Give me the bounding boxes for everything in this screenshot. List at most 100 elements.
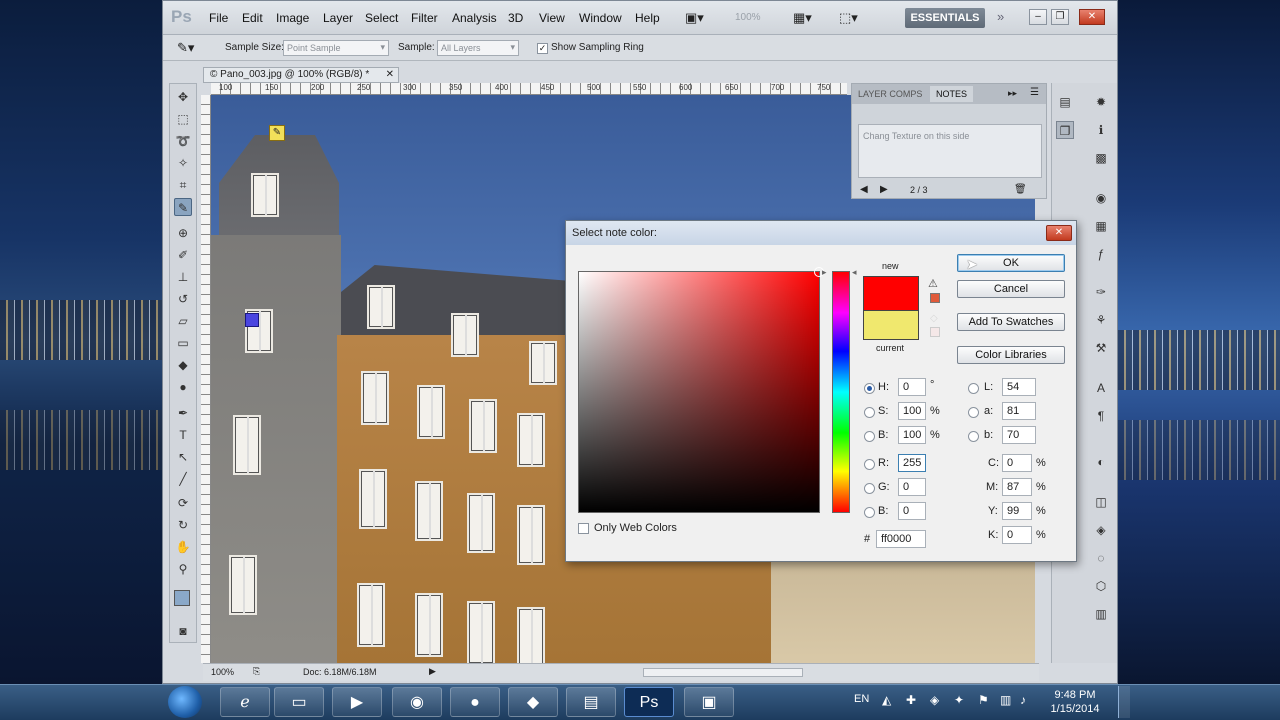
- hex-input[interactable]: ff0000: [876, 530, 926, 548]
- tray-network-icon[interactable]: ▥: [1000, 693, 1011, 707]
- menu-view[interactable]: View: [539, 11, 565, 25]
- menu-select[interactable]: Select: [365, 11, 398, 25]
- blur-tool-icon[interactable]: ◆: [174, 356, 192, 374]
- red-radio[interactable]: [864, 459, 875, 470]
- gradient-tool-icon[interactable]: ▭: [174, 334, 192, 352]
- menu-image[interactable]: Image: [276, 11, 309, 25]
- tab-layer-comps[interactable]: LAYER COMPS: [852, 86, 928, 102]
- styles-panel-icon[interactable]: ƒ: [1092, 245, 1110, 263]
- brush-tool-icon[interactable]: ✐: [174, 246, 192, 264]
- color-libraries-button[interactable]: Color Libraries: [957, 346, 1065, 364]
- eyedropper-tool-icon[interactable]: ✎: [174, 198, 192, 216]
- 3d-rotate-tool-icon[interactable]: ⟳: [174, 494, 192, 512]
- show-desktop-button[interactable]: [1118, 686, 1130, 718]
- out-of-gamut-warning-icon[interactable]: ⚠: [928, 277, 938, 290]
- cyan-input[interactable]: 0: [1002, 454, 1032, 472]
- menu-file[interactable]: File: [209, 11, 228, 25]
- healing-brush-tool-icon[interactable]: ⊕: [174, 224, 192, 242]
- channels-panel-icon[interactable]: ◈: [1092, 521, 1110, 539]
- hue-slider-arrow-right-icon[interactable]: ◂: [852, 267, 857, 278]
- note-icon[interactable]: ✎: [269, 125, 285, 141]
- 3d-orbit-tool-icon[interactable]: ↻: [174, 516, 192, 534]
- tray-security-icon[interactable]: ◈: [930, 693, 939, 707]
- status-options-icon[interactable]: ⎘: [253, 666, 260, 677]
- document-tab[interactable]: © Pano_003.jpg @ 100% (RGB/8) * ✕: [203, 67, 399, 83]
- menu-window[interactable]: Window: [579, 11, 622, 25]
- saturation-input[interactable]: 100: [898, 402, 926, 420]
- black-input[interactable]: 0: [1002, 526, 1032, 544]
- shape-tool-icon[interactable]: ╱: [174, 470, 192, 488]
- taskbar-clock[interactable]: 9:48 PM 1/15/2014: [1040, 688, 1110, 716]
- brightness-radio[interactable]: [864, 431, 875, 442]
- cancel-button[interactable]: Cancel: [957, 280, 1065, 298]
- menu-edit[interactable]: Edit: [242, 11, 263, 25]
- zoom-field[interactable]: 100%: [211, 667, 234, 677]
- yellow-input[interactable]: 99: [1002, 502, 1032, 520]
- add-to-swatches-button[interactable]: Add To Swatches: [957, 313, 1065, 331]
- menu-help[interactable]: Help: [635, 11, 660, 25]
- dodge-tool-icon[interactable]: ●: [174, 378, 192, 396]
- recorder-icon[interactable]: ▣: [684, 687, 734, 717]
- red-input[interactable]: 255: [898, 454, 926, 472]
- paths-panel-icon[interactable]: ◌: [1092, 549, 1110, 567]
- brightness-input[interactable]: 100: [898, 426, 926, 444]
- b-channel-input[interactable]: 70: [1002, 426, 1036, 444]
- menu-3d[interactable]: 3D: [508, 11, 523, 25]
- info-panel-icon[interactable]: ℹ: [1092, 121, 1110, 139]
- arrange-documents-icon[interactable]: ▦▾: [793, 10, 812, 26]
- media-player-icon[interactable]: ▶: [332, 687, 382, 717]
- a-channel-radio[interactable]: [968, 407, 979, 418]
- note-icon-selected[interactable]: [245, 313, 259, 327]
- photoshop-taskbar-icon[interactable]: Ps: [624, 687, 674, 717]
- menu-layer[interactable]: Layer: [323, 11, 353, 25]
- quick-select-tool-icon[interactable]: ✧: [174, 154, 192, 172]
- sample-select[interactable]: All Layers ▾: [437, 40, 519, 56]
- type-tool-icon[interactable]: T: [174, 426, 192, 444]
- panel-menu-icon[interactable]: ☰: [1030, 87, 1039, 98]
- tab-notes[interactable]: NOTES: [930, 86, 974, 102]
- only-web-colors-checkbox[interactable]: [578, 523, 589, 534]
- eraser-tool-icon[interactable]: ▱: [174, 312, 192, 330]
- green-radio[interactable]: [864, 483, 875, 494]
- next-note-icon[interactable]: ▶: [880, 184, 888, 195]
- tray-network-tool-icon[interactable]: ✚: [906, 693, 916, 707]
- navigator-panel-icon[interactable]: ◐: [1092, 453, 1110, 471]
- layers-panel-icon[interactable]: ◫: [1092, 493, 1110, 511]
- hue-radio[interactable]: [864, 383, 875, 394]
- internet-explorer-icon[interactable]: ℯ: [220, 687, 270, 717]
- tray-flag-icon[interactable]: ⚑: [978, 693, 989, 707]
- tray-volume-icon[interactable]: ♪: [1020, 693, 1026, 707]
- color-panel-icon[interactable]: ◉: [1092, 189, 1110, 207]
- launch-bridge-icon[interactable]: ▣▾: [685, 10, 704, 26]
- lightness-input[interactable]: 54: [1002, 378, 1036, 396]
- swatches-panel-icon[interactable]: ▦: [1092, 217, 1110, 235]
- history-panel-icon[interactable]: ▤: [1056, 93, 1074, 111]
- file-explorer-icon[interactable]: ▭: [274, 687, 324, 717]
- camtasia-icon[interactable]: ◆: [508, 687, 558, 717]
- gamut-correction-swatch[interactable]: [930, 293, 940, 303]
- notes-panel-icon[interactable]: ❐: [1056, 121, 1074, 139]
- clone-stamp-tool-icon[interactable]: ⊥: [174, 268, 192, 286]
- hand-tool-icon[interactable]: ✋: [174, 538, 192, 556]
- hue-input[interactable]: 0: [898, 378, 926, 396]
- history-brush-tool-icon[interactable]: ↺: [174, 290, 192, 308]
- excel-icon[interactable]: ▤: [566, 687, 616, 717]
- color-field[interactable]: [578, 267, 824, 513]
- show-sampling-ring-checkbox[interactable]: ✓: [537, 43, 548, 54]
- quick-mask-icon[interactable]: ◙: [174, 622, 192, 640]
- menu-filter[interactable]: Filter: [411, 11, 438, 25]
- character-panel-icon[interactable]: A: [1092, 379, 1110, 397]
- zoom-level-display[interactable]: 100%: [735, 12, 761, 23]
- close-document-icon[interactable]: ✕: [386, 69, 394, 80]
- green-input[interactable]: 0: [898, 478, 926, 496]
- essentials-workspace-button[interactable]: ESSENTIALS: [905, 8, 985, 28]
- firefox-icon[interactable]: ◉: [392, 687, 442, 717]
- menu-analysis[interactable]: Analysis: [452, 11, 497, 25]
- restore-button[interactable]: ❐: [1051, 9, 1069, 25]
- clone-source-panel-icon[interactable]: ⚘: [1092, 311, 1110, 329]
- blue-radio[interactable]: [864, 507, 875, 518]
- status-menu-arrow-icon[interactable]: ▶: [429, 666, 436, 677]
- delete-note-icon[interactable]: 🗑: [1014, 184, 1027, 195]
- masks-panel-icon[interactable]: ▩: [1092, 149, 1110, 167]
- start-button[interactable]: [168, 686, 202, 718]
